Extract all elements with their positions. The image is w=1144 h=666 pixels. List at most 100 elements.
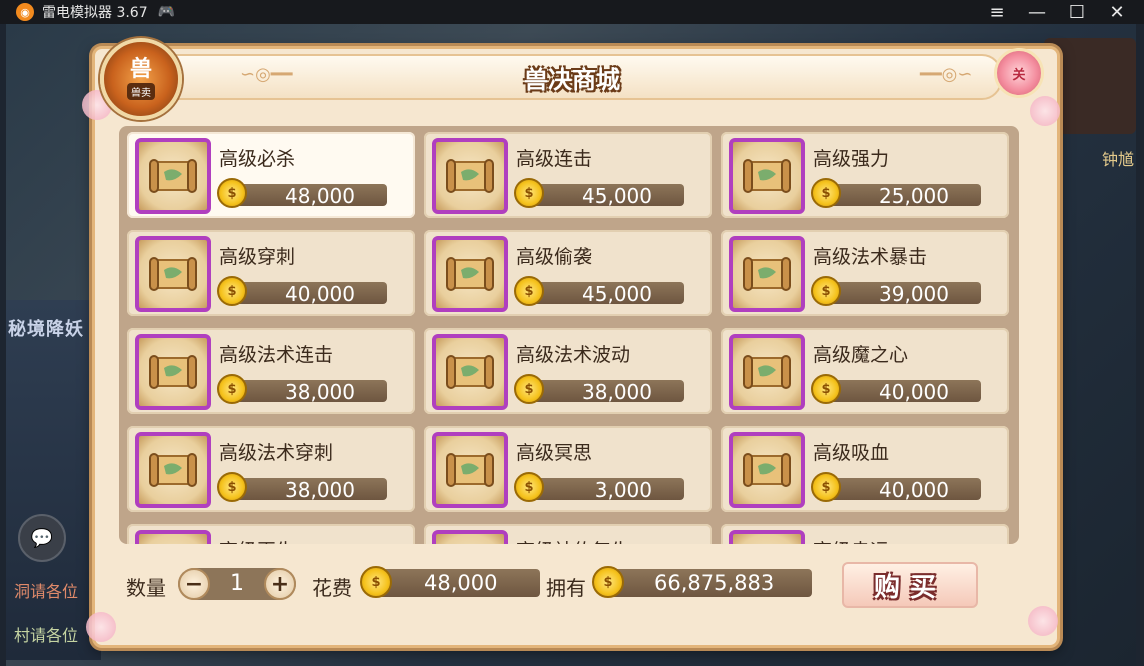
coin-icon: $ <box>217 472 247 502</box>
flower-decoration <box>86 612 116 642</box>
item-price: 38,000 <box>285 478 355 502</box>
price-bar: 45,000 <box>528 282 684 306</box>
price-bar: 48,000 <box>231 184 387 208</box>
item-grid[interactable]: 高级必杀 48,000 $ 高级连击 45,000 $ 高级强力 25,000 $ 高级穿刺 40,… <box>119 126 1019 544</box>
coin-icon: $ <box>811 472 841 502</box>
background-banner-text: 秘境降妖 <box>8 319 84 340</box>
item-card[interactable]: 高级偷袭 45,000 $ <box>424 230 712 316</box>
menu-icon[interactable]: ≡ <box>988 2 1006 23</box>
item-card[interactable]: 高级吸血 40,000 $ <box>721 426 1009 512</box>
item-name: 高级偷袭 <box>516 246 593 268</box>
price-bar: 3,000 <box>528 478 684 501</box>
item-card[interactable]: 高级魔之心 40,000 $ <box>721 328 1009 414</box>
buy-button[interactable]: 购买 <box>842 562 978 608</box>
emulator-logo-icon: ◉ <box>16 3 34 21</box>
coin-icon: $ <box>811 276 841 306</box>
cost-value: 48,000 <box>424 571 498 595</box>
item-card[interactable]: 高级幸运 <box>721 524 1009 544</box>
item-card[interactable]: 高级连击 45,000 $ <box>424 132 712 218</box>
emulator-titlebar: ◉ 雷电模拟器 3.67 🎮 ≡ — ☐ ✕ <box>0 0 1144 24</box>
scroll-icon <box>135 236 211 312</box>
item-name: 高级连击 <box>516 148 593 170</box>
close-button[interactable]: 关 <box>994 48 1044 98</box>
scroll-icon <box>729 334 805 410</box>
item-price: 45,000 <box>582 282 652 306</box>
coin-icon: $ <box>514 374 544 404</box>
item-price: 45,000 <box>582 184 652 208</box>
item-card[interactable]: 高级法术连击 38,000 $ <box>127 328 415 414</box>
item-card[interactable]: 高级冥思 3,000 $ <box>424 426 712 512</box>
coin-icon: $ <box>514 472 544 502</box>
item-name: 高级再生 <box>219 536 295 544</box>
quantity-label: 数量 <box>126 576 166 600</box>
scroll-icon <box>432 236 508 312</box>
chat-icon[interactable]: 💬 <box>18 514 66 562</box>
coin-icon: $ <box>592 566 624 598</box>
gamepad-icon[interactable]: 🎮 <box>158 4 175 20</box>
flower-decoration <box>1030 96 1060 126</box>
scroll-icon <box>135 432 211 508</box>
item-card[interactable]: 高级强力 25,000 $ <box>721 132 1009 218</box>
price-bar: 38,000 <box>528 380 684 404</box>
coin-icon: $ <box>217 374 247 404</box>
item-card[interactable]: 高级穿刺 40,000 $ <box>127 230 415 316</box>
maximize-icon[interactable]: ☐ <box>1068 2 1086 23</box>
item-name: 高级法术波动 <box>516 344 631 366</box>
cost-label: 花费 <box>312 576 352 600</box>
decrease-quantity-button[interactable]: − <box>178 568 210 600</box>
scroll-icon <box>135 530 211 544</box>
scroll-icon <box>135 334 211 410</box>
window-title: 雷电模拟器 3.67 <box>42 5 148 21</box>
scroll-icon <box>729 236 805 312</box>
item-card[interactable]: 高级必杀 48,000 $ <box>127 132 415 218</box>
item-card[interactable]: 高级再生 <box>127 524 415 544</box>
scroll-icon <box>432 138 508 214</box>
item-card[interactable]: 高级法术波动 38,000 $ <box>424 328 712 414</box>
scroll-icon <box>135 138 211 214</box>
npc-label: 钟馗 <box>1101 150 1134 169</box>
shop-badge-icon: 兽 兽卖 <box>100 38 182 120</box>
scroll-icon <box>729 138 805 214</box>
item-price: 48,000 <box>285 184 355 208</box>
scroll-icon <box>729 432 805 508</box>
badge-label: 兽卖 <box>127 82 155 100</box>
item-name: 高级神佑复生 <box>516 536 630 544</box>
coin-icon: $ <box>360 566 392 598</box>
price-bar: 39,000 <box>825 282 981 306</box>
item-price: 38,000 <box>582 380 652 404</box>
item-name: 高级法术穿刺 <box>219 442 334 464</box>
scroll-icon <box>432 432 508 508</box>
close-window-icon[interactable]: ✕ <box>1108 2 1126 23</box>
item-card[interactable]: 高级法术暴击 39,000 $ <box>721 230 1009 316</box>
price-bar: 40,000 <box>231 282 387 305</box>
item-price: 40,000 <box>879 478 949 502</box>
item-name: 高级冥思 <box>516 442 593 464</box>
background-left-strip <box>6 300 101 660</box>
item-price: 38,000 <box>285 380 355 404</box>
item-name: 高级幸运 <box>813 536 889 544</box>
minimize-icon[interactable]: — <box>1028 2 1046 23</box>
chat-line: 洞请各位 <box>14 582 79 601</box>
item-price: 39,000 <box>879 282 949 306</box>
quantity-field[interactable]: 1 <box>212 570 262 598</box>
owned-value: 66,875,883 <box>654 571 775 595</box>
item-price: 25,000 <box>879 184 949 208</box>
item-name: 高级强力 <box>813 148 890 170</box>
window-controls: ≡ — ☐ ✕ <box>988 0 1126 24</box>
coin-icon: $ <box>514 178 544 208</box>
price-bar: 38,000 <box>231 380 387 404</box>
item-name: 高级魔之心 <box>813 344 909 366</box>
price-bar: 40,000 <box>825 478 981 502</box>
price-bar: 45,000 <box>528 184 684 208</box>
scroll-icon <box>432 530 508 544</box>
item-name: 高级必杀 <box>219 148 296 170</box>
coin-icon: $ <box>217 276 247 306</box>
coin-icon: $ <box>514 276 544 306</box>
badge-glyph: 兽 <box>129 56 152 82</box>
increase-quantity-button[interactable]: + <box>264 568 296 600</box>
item-name: 高级法术连击 <box>219 344 334 366</box>
flower-decoration <box>1028 606 1058 636</box>
item-card[interactable]: 高级法术穿刺 38,000 $ <box>127 426 415 512</box>
price-bar: 38,000 <box>231 478 387 502</box>
item-card[interactable]: 高级神佑复生 <box>424 524 712 544</box>
